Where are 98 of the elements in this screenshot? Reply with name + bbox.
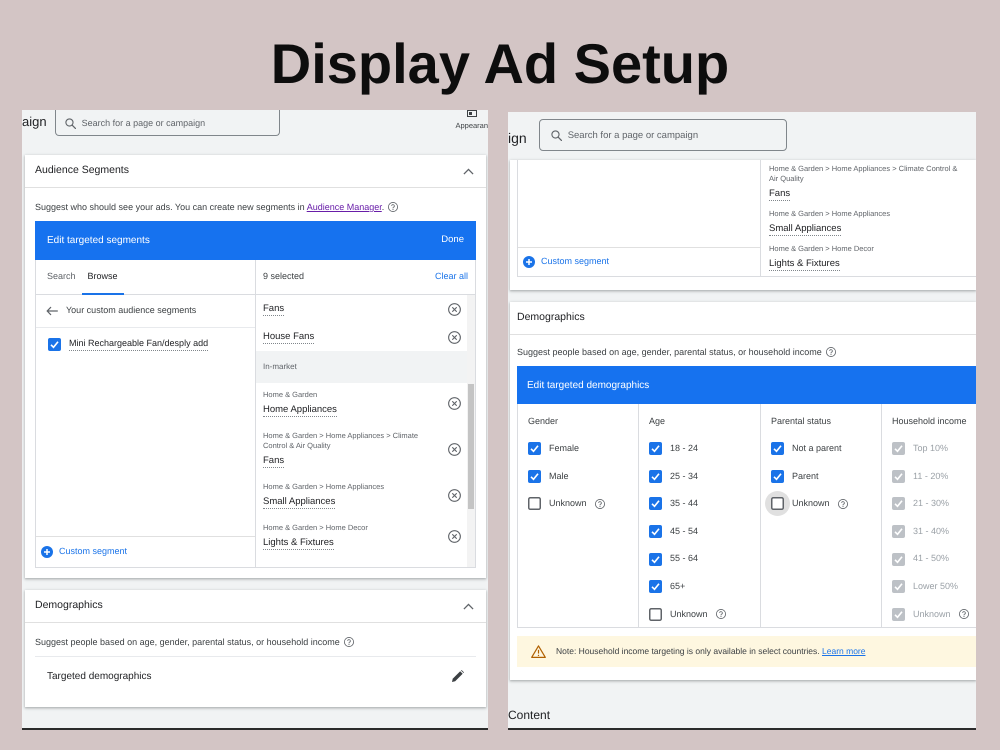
back-label[interactable]: Your custom audience segments <box>66 304 196 318</box>
custom-segment-link[interactable]: Custom segment <box>41 545 128 559</box>
checkbox[interactable] <box>649 470 662 483</box>
page-title: ign <box>508 129 527 147</box>
option-label: 35 - 44 <box>670 497 698 510</box>
checkbox[interactable] <box>649 525 662 538</box>
remove-icon[interactable] <box>448 330 461 344</box>
remove-icon[interactable] <box>448 397 461 410</box>
tab[interactable]: Browse <box>82 260 124 295</box>
targeted-demographics-label: Targeted demographics <box>47 670 152 684</box>
warning-icon <box>531 645 546 658</box>
checkbox[interactable] <box>771 497 784 510</box>
option-label: Not a parent <box>792 442 842 456</box>
done-button[interactable]: Done <box>441 233 464 248</box>
checkbox[interactable] <box>649 442 662 456</box>
option-label: 11 - 20% <box>913 470 948 483</box>
checkbox[interactable] <box>528 442 541 456</box>
section-title: Content <box>508 707 550 723</box>
note-text: Note: Household income targeting is only available in select countries. Learn more <box>556 645 866 658</box>
editor-title: Edit targeted demographics <box>527 378 650 392</box>
audience-manager-link[interactable]: Audience Manager <box>306 202 382 212</box>
segment-name: Lights & Fixtures <box>263 536 334 550</box>
segment-name: House Fans <box>263 330 314 344</box>
segment-label: Mini Rechargeable Fan/desply add <box>69 337 208 351</box>
checkbox[interactable] <box>771 442 784 456</box>
checkbox[interactable] <box>48 338 61 350</box>
option-label: Male <box>549 470 569 483</box>
page-title: aign <box>22 113 47 131</box>
segment-name: Lights & Fixtures <box>769 257 840 271</box>
option-label: Lower 50% <box>913 580 958 594</box>
search-field[interactable]: Search for a page or campaign <box>54 110 280 136</box>
segment-name: Small Appliances <box>769 222 842 236</box>
segment-name: Home Appliances <box>263 403 337 417</box>
search-icon <box>550 130 562 140</box>
help-icon[interactable] <box>594 498 605 509</box>
back-arrow-icon[interactable] <box>46 306 58 316</box>
checkbox[interactable] <box>528 470 541 483</box>
scrollbar[interactable] <box>467 295 475 567</box>
checkbox[interactable] <box>649 580 662 594</box>
category-header: In-market <box>256 351 467 383</box>
add-icon <box>41 546 53 558</box>
column-heading: Gender <box>528 415 560 428</box>
option-label: Unknown <box>549 497 587 510</box>
add-icon <box>523 256 535 268</box>
checkbox[interactable] <box>528 497 541 510</box>
appearance-icon <box>466 110 477 117</box>
column-heading: Household income <box>892 415 968 428</box>
column-heading: Age <box>649 415 666 428</box>
checkbox[interactable] <box>771 470 784 483</box>
checkbox[interactable] <box>649 497 662 510</box>
checkbox[interactable] <box>649 552 662 566</box>
option-label: 31 - 40% <box>913 524 950 538</box>
option-label: 18 - 24 <box>670 442 698 456</box>
option-label: Unknown <box>792 497 830 510</box>
tab[interactable]: Search <box>41 260 82 295</box>
option-label: 41 - 50% <box>913 552 950 566</box>
option-label: Unknown <box>913 608 951 621</box>
option-label: Female <box>549 442 580 456</box>
checkbox[interactable] <box>649 608 662 621</box>
option-label: 55 - 64 <box>670 552 698 566</box>
option-label: Parent <box>792 470 819 483</box>
description-text: Suggest people based on age, gender, parental status, or household income <box>35 636 340 648</box>
section-title: Audience Segments <box>35 163 129 178</box>
clear-all-button[interactable]: Clear all <box>434 270 468 284</box>
help-icon[interactable] <box>344 637 354 647</box>
option-label: Unknown <box>670 608 708 621</box>
selected-count: 9 selected <box>263 270 304 284</box>
description-text: Suggest people based on age, gender, parental status, or household income <box>517 346 822 358</box>
section-title: Demographics <box>35 598 103 614</box>
option-label: 45 - 54 <box>670 524 698 538</box>
segment-name: Fans <box>263 302 284 316</box>
search-field[interactable]: Search for a page or campaign <box>538 119 787 151</box>
segment-name: Fans <box>263 454 284 468</box>
learn-more-link[interactable]: Learn more <box>822 646 866 656</box>
help-icon[interactable] <box>838 498 848 509</box>
remove-icon[interactable] <box>448 302 461 316</box>
remove-icon[interactable] <box>448 530 461 543</box>
edit-icon[interactable] <box>452 670 464 682</box>
remove-icon[interactable] <box>448 489 461 502</box>
chevron-up-icon[interactable] <box>463 602 474 610</box>
help-icon[interactable] <box>716 609 726 620</box>
editor-title: Edit targeted segments <box>47 234 150 248</box>
scrollbar-thumb[interactable] <box>468 384 474 509</box>
segment-name: Small Appliances <box>263 495 336 509</box>
custom-segment-link[interactable]: Custom segment <box>523 255 610 269</box>
option-label: Top 10% <box>913 442 948 456</box>
option-label: 25 - 34 <box>670 470 698 483</box>
search-icon <box>64 118 76 128</box>
option-label: 65+ <box>670 580 686 594</box>
option-label: 21 - 30% <box>913 497 950 510</box>
chevron-up-icon[interactable] <box>463 168 474 174</box>
remove-icon[interactable] <box>448 443 461 456</box>
description-text: Suggest who should see your ads. You can create new segments in Audience Manager. <box>35 201 384 213</box>
section-title: Demographics <box>517 310 585 326</box>
segment-name: Fans <box>769 187 790 201</box>
column-heading: Parental status <box>771 415 832 428</box>
help-icon[interactable] <box>826 347 836 357</box>
help-icon[interactable] <box>388 202 398 212</box>
